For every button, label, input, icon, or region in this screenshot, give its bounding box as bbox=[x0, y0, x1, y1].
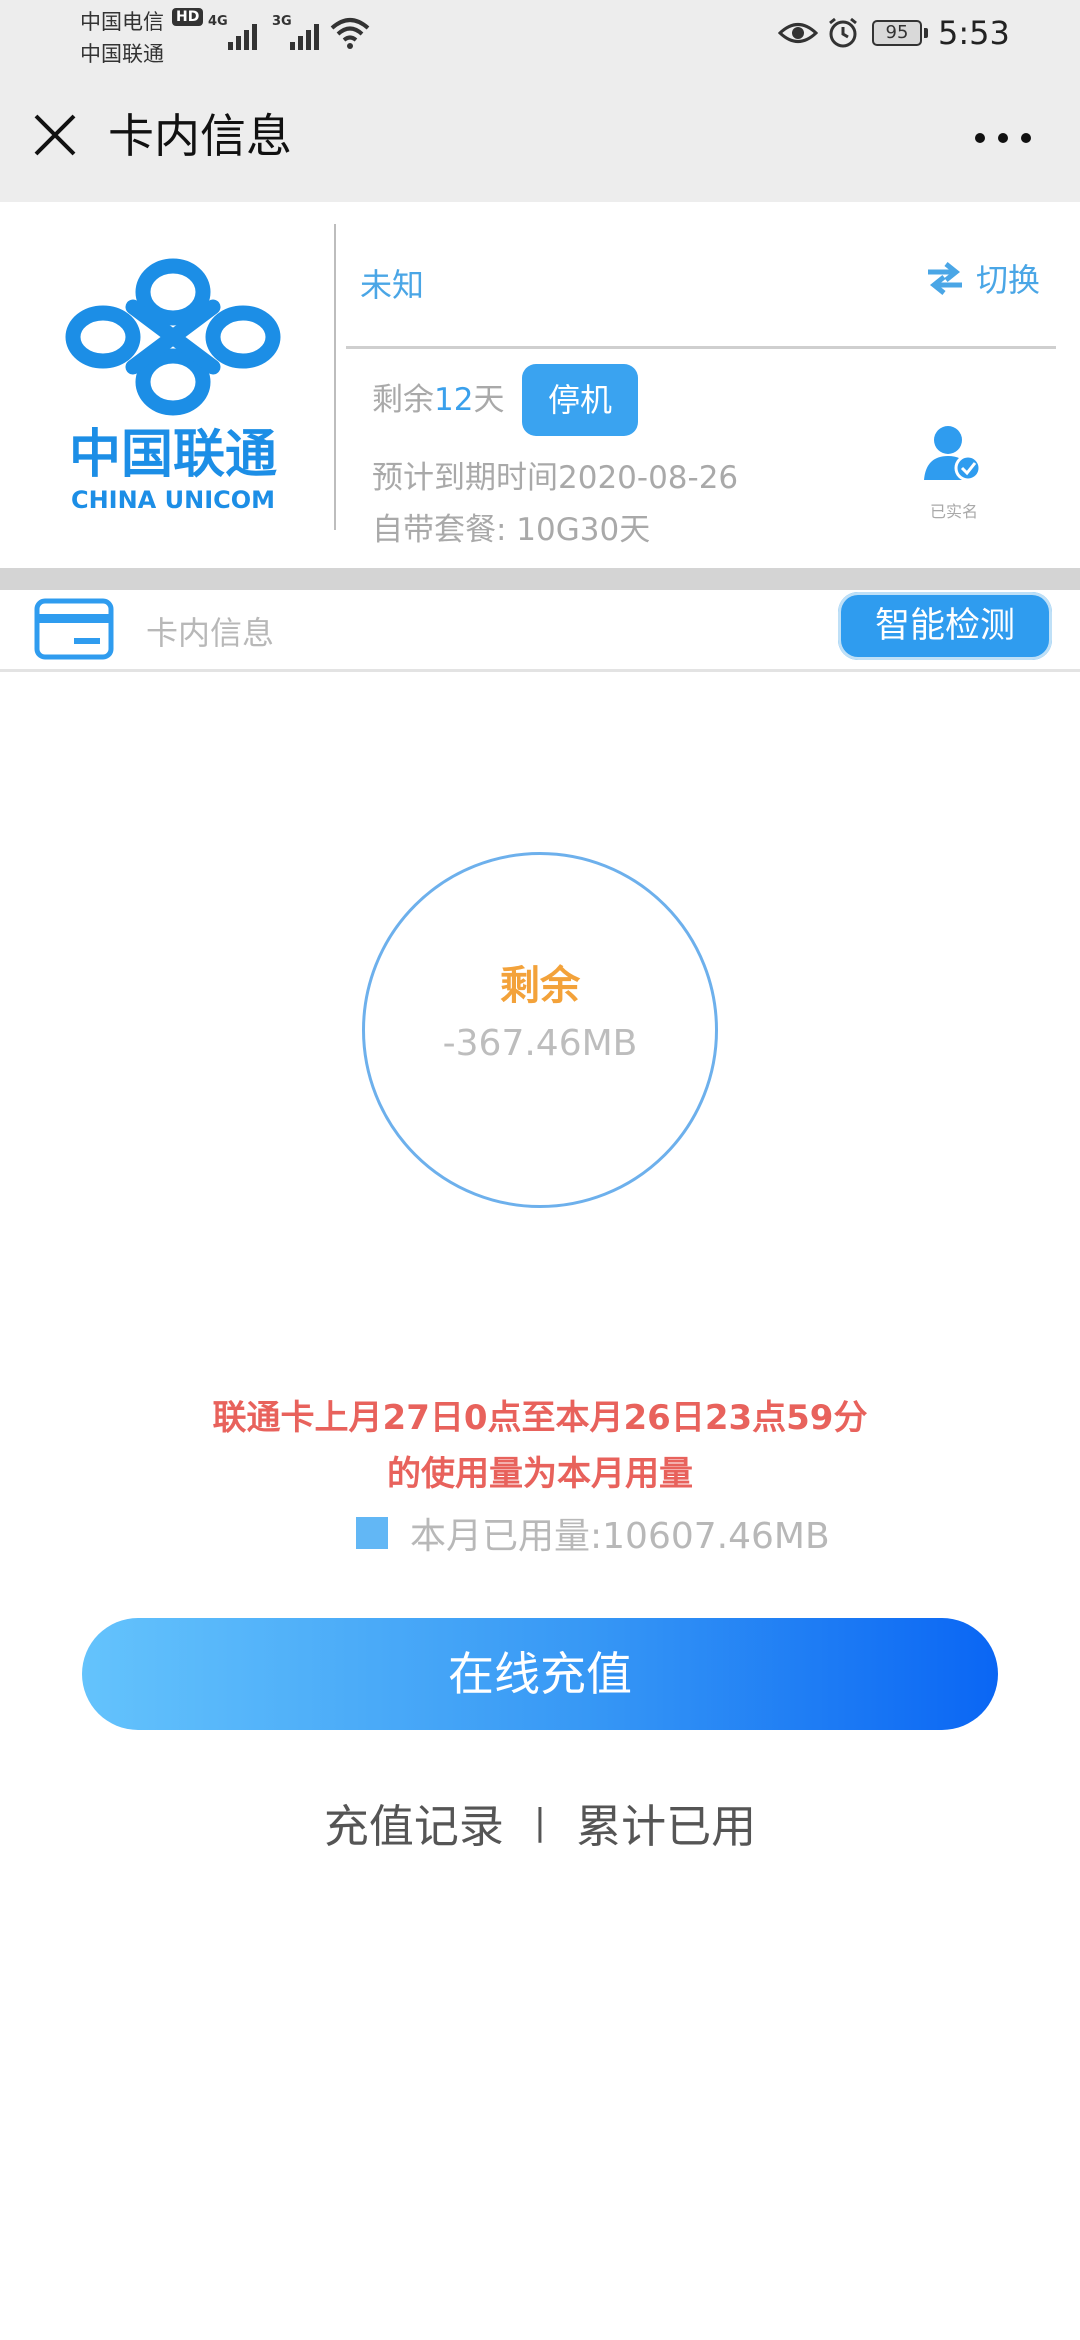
status-bar: 中国电信 HD 4G 中国联通 3G 95 5:53 bbox=[0, 0, 1080, 70]
switch-label: 切换 bbox=[976, 261, 1041, 299]
wifi-icon bbox=[330, 18, 370, 49]
section-title: 卡内信息 bbox=[146, 614, 275, 652]
battery-icon: 95 bbox=[872, 20, 928, 46]
network-type-1: 4G bbox=[208, 14, 228, 29]
more-icon[interactable] bbox=[968, 118, 1038, 158]
verified-user-icon bbox=[924, 426, 982, 482]
package-info: 自带套餐: 10G30天 bbox=[372, 512, 651, 548]
card-info-section: 卡内信息 智能检测 bbox=[0, 590, 1080, 672]
remaining-suffix: 天 bbox=[473, 382, 505, 418]
smart-detect-button[interactable]: 智能检测 bbox=[838, 592, 1052, 660]
verified-label: 已实名 bbox=[930, 502, 979, 521]
hd-badge: HD bbox=[172, 8, 204, 26]
page-title: 卡内信息 bbox=[108, 109, 292, 163]
carrier-1-name: 中国电信 bbox=[80, 10, 164, 34]
battery-level: 95 bbox=[885, 22, 909, 43]
total-used-link[interactable]: 累计已用 bbox=[576, 1790, 756, 1855]
card-info-panel: 中国联通 CHINA UNICOM 未知 切换 剩余12天 停机 预计到期时间2… bbox=[0, 202, 1080, 568]
close-icon[interactable] bbox=[28, 108, 84, 164]
network-type-2: 3G bbox=[272, 14, 292, 29]
usage-ring: 剩余 -367.46MB bbox=[362, 852, 718, 1208]
usage-legend: 本月已用量:10607.46MB bbox=[356, 1508, 830, 1558]
carrier-name: 未知 bbox=[360, 266, 425, 304]
remaining-data-value: -367.46MB bbox=[442, 1023, 638, 1064]
remaining-prefix: 剩余 bbox=[372, 382, 434, 418]
recharge-record-link[interactable]: 充值记录 bbox=[324, 1790, 504, 1855]
suspended-status-button[interactable]: 停机 bbox=[522, 364, 638, 436]
china-unicom-logo: 中国联通 CHINA UNICOM bbox=[65, 258, 281, 512]
card-icon bbox=[34, 598, 114, 660]
horizontal-divider bbox=[346, 346, 1056, 349]
usage-notice-line-2: 的使用量为本月用量 bbox=[387, 1454, 693, 1494]
logo-text-en: CHINA UNICOM bbox=[71, 486, 275, 512]
remaining-days: 剩余12天 bbox=[372, 374, 504, 419]
switch-button[interactable]: 切换 bbox=[924, 254, 1040, 302]
legend-swatch bbox=[356, 1517, 388, 1549]
online-recharge-button[interactable]: 在线充值 bbox=[82, 1618, 998, 1730]
usage-notice-line-1: 联通卡上月27日0点至本月26日23点59分 bbox=[212, 1398, 868, 1438]
bottom-links: 充值记录 | 累计已用 bbox=[0, 1790, 1080, 1855]
remaining-days-number: 12 bbox=[434, 382, 474, 418]
alarm-icon bbox=[829, 17, 857, 48]
logo-text-cn: 中国联通 bbox=[69, 425, 277, 485]
title-bar: 卡内信息 bbox=[0, 70, 1080, 202]
link-separator: | bbox=[533, 1802, 547, 1843]
carrier-2-name: 中国联通 bbox=[80, 42, 164, 66]
section-separator bbox=[0, 568, 1080, 590]
ring-label: 剩余 bbox=[500, 963, 580, 1009]
switch-arrows-icon bbox=[928, 262, 962, 295]
vertical-divider bbox=[334, 224, 336, 530]
monthly-usage-text: 本月已用量:10607.46MB bbox=[410, 1516, 830, 1557]
expire-date: 预计到期时间2020-08-26 bbox=[372, 460, 739, 496]
clock: 5:53 bbox=[938, 14, 1010, 52]
eye-icon bbox=[778, 23, 818, 43]
